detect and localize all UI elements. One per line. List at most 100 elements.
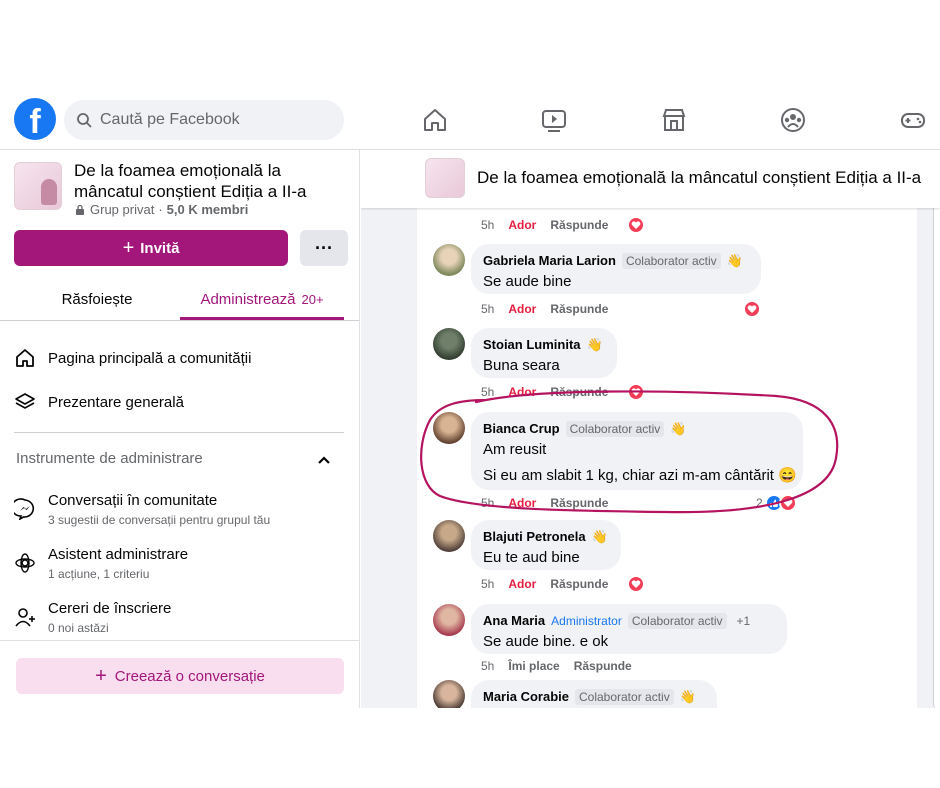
wave-icon: 👋 <box>586 336 603 352</box>
commenter-name[interactable]: Bianca Crup <box>483 421 560 436</box>
avatar[interactable] <box>433 680 465 708</box>
comment-time[interactable]: 5h <box>481 385 494 399</box>
search-icon <box>77 113 92 128</box>
love-reaction-link[interactable]: Ador <box>508 496 536 510</box>
reply-link[interactable]: Răspunde <box>550 385 608 399</box>
comments-feed: 5h Ador Răspunde Gabriela Maria Larion Co… <box>417 208 917 708</box>
tab-browse[interactable]: Răsfoiește <box>14 280 180 320</box>
commenter-name[interactable]: Gabriela Maria Larion <box>483 253 616 268</box>
comment-actions: 5h Ador Răspunde <box>481 302 608 316</box>
comment-bubble: Ana Maria Administrator Colaborator activ +… <box>471 604 787 654</box>
avatar[interactable] <box>433 412 465 444</box>
comment-text: Am reusit <box>483 441 547 458</box>
tool-member-requests[interactable]: Cereri de înscriere 0 noi astăzi <box>14 600 344 644</box>
lock-icon <box>76 204 84 215</box>
comment-time[interactable]: 5h <box>481 659 494 673</box>
comment-text: Se aude bine. e ok <box>483 633 609 650</box>
avatar[interactable] <box>433 244 465 276</box>
reply-link[interactable]: Răspunde <box>550 496 608 510</box>
admin-tools-heading[interactable]: Instrumente de administrare <box>16 450 203 467</box>
menu-item-label: Prezentare generală <box>48 393 184 411</box>
comment-actions: 5h Ador Răspunde <box>481 218 608 232</box>
tool-admin-assist[interactable]: Asistent administrare 1 acțiune, 1 crite… <box>14 546 344 590</box>
menu-item-community-home[interactable]: Pagina principală a comunității <box>14 340 344 376</box>
member-badge[interactable]: Colaborator activ <box>627 612 727 629</box>
create-conversation-button[interactable]: + Creează o conversație <box>16 658 344 694</box>
messenger-icon <box>14 498 35 520</box>
next-panel-edge <box>933 190 940 708</box>
comment-actions: 5h Îmi place Răspunde <box>481 659 632 673</box>
love-reaction-link[interactable]: Ador <box>508 302 536 316</box>
search-input[interactable] <box>100 111 320 129</box>
member-badge[interactable]: Colaborator activ <box>621 252 721 269</box>
layers-icon <box>15 393 35 409</box>
gaming-icon[interactable] <box>899 106 927 134</box>
facebook-logo[interactable]: f <box>14 98 56 140</box>
comment-time[interactable]: 5h <box>481 577 494 591</box>
commenter-name[interactable]: Maria Corabie <box>483 689 569 704</box>
group-title[interactable]: De la foamea emoțională la mâncatul conș… <box>74 160 344 202</box>
heart-reaction-icon[interactable] <box>627 575 645 593</box>
home-icon[interactable] <box>421 106 449 134</box>
avatar[interactable] <box>433 604 465 636</box>
search-box[interactable] <box>64 100 344 140</box>
group-privacy: Grup privat <box>90 202 155 217</box>
comment-bubble: Maria Corabie Colaborator activ 👋 <box>471 680 717 708</box>
tool-subtitle: 3 sugestii de conversații pentru grupul … <box>48 513 271 527</box>
heart-reaction-icon[interactable] <box>779 494 797 512</box>
tool-title: Asistent administrare <box>48 546 189 563</box>
avatar[interactable] <box>433 520 465 552</box>
more-badges[interactable]: +1 <box>733 613 755 629</box>
sidebar-bottom-divider <box>0 640 359 641</box>
more-options-button[interactable]: ··· <box>300 230 348 266</box>
watch-icon[interactable] <box>540 106 568 134</box>
wave-icon: 👋 <box>726 252 743 268</box>
member-badge[interactable]: Colaborator activ <box>565 420 665 437</box>
menu-item-overview[interactable]: Prezentare generală <box>14 384 344 420</box>
tool-community-chats[interactable]: Conversații în comunitate 3 sugestii de … <box>14 492 344 536</box>
group-cover-thumbnail-small[interactable] <box>425 158 465 198</box>
reply-link[interactable]: Răspunde <box>550 218 608 232</box>
tabs-divider <box>0 320 359 321</box>
love-reaction-link[interactable]: Ador <box>508 218 536 232</box>
group-cover-thumbnail[interactable] <box>14 162 62 210</box>
reply-link[interactable]: Răspunde <box>550 577 608 591</box>
reply-link[interactable]: Răspunde <box>550 302 608 316</box>
tab-admin[interactable]: Administrează 20+ <box>180 280 344 320</box>
reaction-count[interactable]: 2 <box>756 496 763 510</box>
reply-link[interactable]: Răspunde <box>574 659 632 673</box>
marketplace-icon[interactable] <box>660 106 688 134</box>
commenter-name[interactable]: Stoian Luminita <box>483 337 581 352</box>
comment-text: Eu te aud bine <box>483 549 580 566</box>
comment-bubble: Blajuti Petronela 👋 Eu te aud bine <box>471 520 621 570</box>
comment-time[interactable]: 5h <box>481 218 494 232</box>
love-reaction-link[interactable]: Ador <box>508 385 536 399</box>
love-reaction-link[interactable]: Ador <box>508 577 536 591</box>
comment-time[interactable]: 5h <box>481 302 494 316</box>
post-header-title[interactable]: De la foamea emoțională la mâncatul conș… <box>477 168 921 188</box>
plus-icon: + <box>122 237 135 259</box>
comment-actions: 5h Ador Răspunde <box>481 577 608 591</box>
admin-badge[interactable]: Administrator <box>551 614 622 628</box>
heart-reaction-icon[interactable] <box>743 300 761 318</box>
tab-admin-label: Administrează <box>200 291 296 308</box>
group-members[interactable]: 5,0 K membri <box>167 202 249 217</box>
tab-admin-count: 20+ <box>301 292 324 307</box>
groups-icon[interactable] <box>779 106 807 134</box>
invite-button[interactable]: + Invită <box>14 230 288 266</box>
comment-time[interactable]: 5h <box>481 496 494 510</box>
avatar[interactable] <box>433 328 465 360</box>
like-link[interactable]: Îmi place <box>508 659 559 673</box>
commenter-name[interactable]: Blajuti Petronela <box>483 529 586 544</box>
group-meta: Grup privat · 5,0 K membri <box>74 202 248 217</box>
comment-bubble: Gabriela Maria Larion Colaborator activ 👋 … <box>471 244 761 294</box>
menu-item-label: Pagina principală a comunității <box>48 349 252 367</box>
commenter-name[interactable]: Ana Maria <box>483 613 545 628</box>
tool-subtitle: 1 acțiune, 1 criteriu <box>48 567 150 581</box>
heart-reaction-icon[interactable] <box>627 216 645 234</box>
heart-reaction-icon[interactable] <box>627 383 645 401</box>
comment-bubble: Stoian Luminita 👋 Buna seara <box>471 328 617 378</box>
member-badge[interactable]: Colaborator activ <box>574 688 674 705</box>
chevron-up-icon[interactable] <box>316 452 332 468</box>
tool-title: Cereri de înscriere <box>48 600 172 617</box>
